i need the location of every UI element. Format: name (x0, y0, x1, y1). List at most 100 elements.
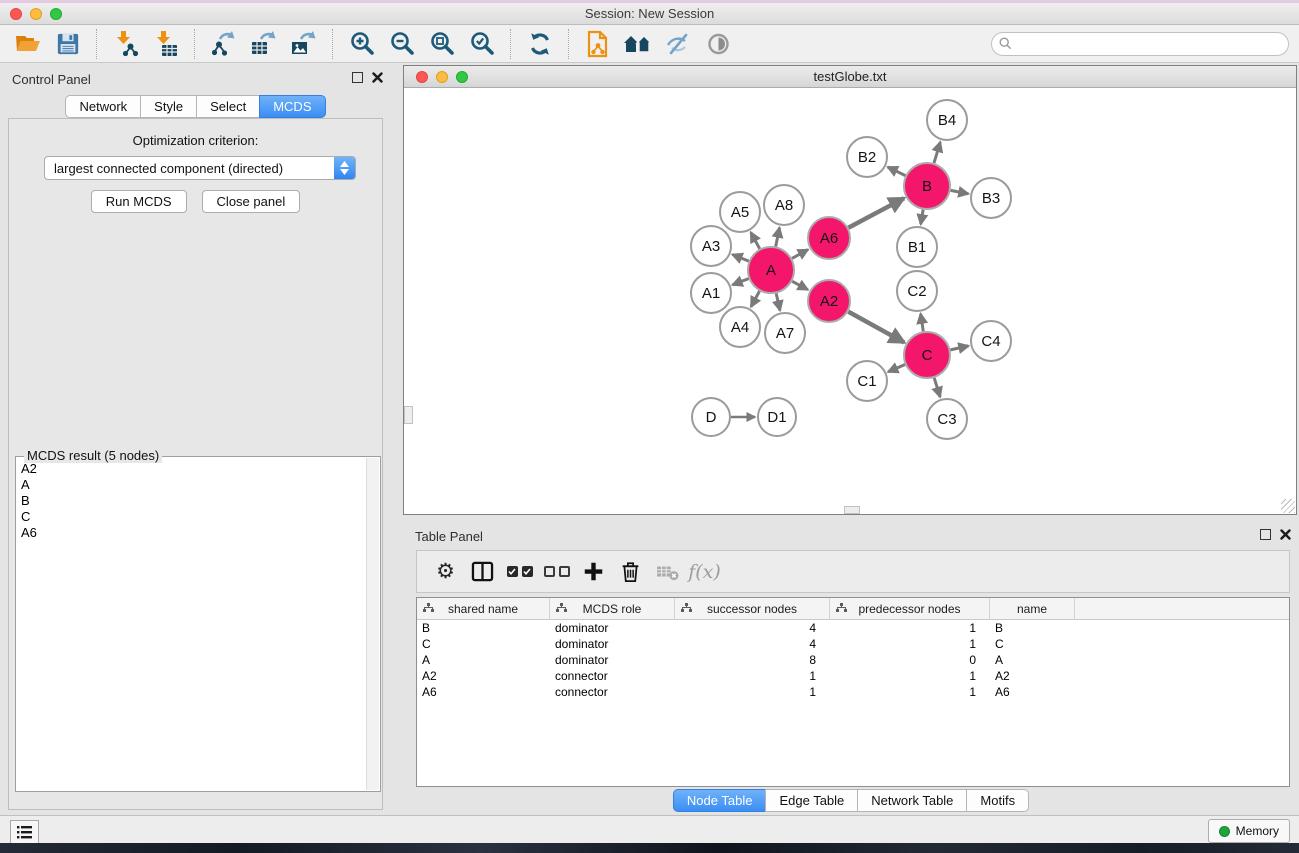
float-panel-icon[interactable] (352, 72, 363, 83)
node-A8[interactable]: A8 (764, 185, 804, 225)
open-session-button[interactable] (8, 28, 48, 60)
delete-table-button[interactable] (649, 555, 686, 589)
mcds-result-item[interactable]: A (17, 477, 366, 493)
optimization-criterion-select[interactable]: largest connected component (directed) (44, 156, 356, 180)
table-cell[interactable]: 4 (675, 621, 830, 635)
edge-C-C1[interactable] (888, 365, 905, 372)
node-B2[interactable]: B2 (847, 137, 887, 177)
memory-button[interactable]: Memory (1208, 819, 1290, 843)
table-cell[interactable]: A6 (417, 685, 550, 699)
delete-columns-button[interactable] (612, 555, 649, 589)
tab-node-table[interactable]: Node Table (673, 789, 767, 812)
save-session-button[interactable] (48, 28, 88, 60)
edge-B-B4[interactable] (934, 142, 940, 163)
table-cell[interactable]: C (417, 637, 550, 651)
canvas-bottom-handle[interactable] (844, 506, 860, 514)
network-from-selection-button[interactable] (578, 28, 618, 60)
edge-C-C4[interactable] (950, 346, 968, 350)
table-cell[interactable]: connector (550, 669, 675, 683)
resize-grip[interactable] (1281, 499, 1295, 513)
first-neighbors-button[interactable] (618, 28, 658, 60)
node-B4[interactable]: B4 (927, 100, 967, 140)
task-history-button[interactable] (10, 820, 39, 844)
import-network-button[interactable] (106, 28, 146, 60)
select-all-button[interactable] (501, 555, 538, 589)
canvas-left-handle[interactable] (404, 406, 413, 424)
show-columns-button[interactable] (464, 555, 501, 589)
zoom-out-button[interactable] (382, 28, 422, 60)
edge-A-A6[interactable] (792, 250, 808, 259)
table-cell[interactable]: C (990, 637, 1075, 651)
mcds-result-scrollbar[interactable] (366, 458, 379, 790)
node-D1[interactable]: D1 (758, 398, 796, 436)
column-header-successor-nodes[interactable]: successor nodes (675, 598, 830, 619)
close-panel-icon[interactable] (1280, 529, 1291, 540)
mcds-result-item[interactable]: B (17, 493, 366, 509)
tab-mcds[interactable]: MCDS (259, 95, 325, 118)
edge-A2-C[interactable] (848, 312, 904, 343)
network-canvas[interactable]: B4B2BB3A8A5A6A3B1AC2A1A2A4A7C4CC1DD1C3 (404, 88, 1296, 514)
node-A1[interactable]: A1 (691, 273, 731, 313)
tab-motifs[interactable]: Motifs (966, 789, 1029, 812)
column-header-predecessor-nodes[interactable]: predecessor nodes (830, 598, 990, 619)
node-B1[interactable]: B1 (897, 227, 937, 267)
mcds-result-item[interactable]: A6 (17, 525, 366, 541)
table-cell[interactable]: dominator (550, 653, 675, 667)
export-table-button[interactable] (244, 28, 284, 60)
edge-A6-B[interactable] (848, 198, 904, 228)
edge-A-A1[interactable] (733, 279, 749, 285)
node-A2[interactable]: A2 (808, 280, 850, 322)
table-cell[interactable]: 8 (675, 653, 830, 667)
mcds-result-item[interactable]: A2 (17, 461, 366, 477)
node-B[interactable]: B (904, 163, 950, 209)
node-C2[interactable]: C2 (897, 271, 937, 311)
node-A7[interactable]: A7 (765, 313, 805, 353)
table-cell[interactable]: connector (550, 685, 675, 699)
deselect-all-button[interactable] (538, 555, 575, 589)
node-C[interactable]: C (904, 332, 950, 378)
hide-selected-button[interactable] (658, 28, 698, 60)
node-A[interactable]: A (748, 247, 794, 293)
column-header-name[interactable]: name (990, 598, 1075, 619)
table-cell[interactable]: A (990, 653, 1075, 667)
node-A6[interactable]: A6 (808, 217, 850, 259)
table-cell[interactable]: dominator (550, 637, 675, 651)
edge-A-A8[interactable] (776, 228, 780, 247)
table-cell[interactable]: 0 (830, 653, 990, 667)
table-cell[interactable]: dominator (550, 621, 675, 635)
table-cell[interactable]: A (417, 653, 550, 667)
table-cell[interactable]: B (417, 621, 550, 635)
table-cell[interactable]: 1 (830, 637, 990, 651)
node-C4[interactable]: C4 (971, 321, 1011, 361)
zoom-in-button[interactable] (342, 28, 382, 60)
run-mcds-button[interactable]: Run MCDS (91, 190, 187, 213)
table-cell[interactable]: 1 (830, 621, 990, 635)
node-B3[interactable]: B3 (971, 178, 1011, 218)
zoom-selected-button[interactable] (462, 28, 502, 60)
column-header-MCDS-role[interactable]: MCDS role (550, 598, 675, 619)
edge-C-C2[interactable] (921, 314, 924, 332)
float-panel-icon[interactable] (1260, 529, 1271, 540)
tab-select[interactable]: Select (196, 95, 260, 118)
function-builder-button[interactable]: f(x) (686, 555, 723, 589)
tab-style[interactable]: Style (140, 95, 197, 118)
import-table-button[interactable] (146, 28, 186, 60)
table-cell[interactable]: 1 (675, 685, 830, 699)
node-A5[interactable]: A5 (720, 192, 760, 232)
apply-preferred-layout-button[interactable] (520, 28, 560, 60)
table-cell[interactable]: A2 (417, 669, 550, 683)
table-cell[interactable]: 1 (675, 669, 830, 683)
tab-network[interactable]: Network (65, 95, 141, 118)
edge-C-C3[interactable] (934, 378, 940, 397)
edge-A-A5[interactable] (751, 232, 760, 249)
export-network-button[interactable] (204, 28, 244, 60)
column-header-shared-name[interactable]: shared name (417, 598, 550, 619)
edge-A-A3[interactable] (732, 255, 748, 262)
table-cell[interactable]: 1 (830, 669, 990, 683)
mcds-result-item[interactable]: C (17, 509, 366, 525)
table-cell[interactable]: A2 (990, 669, 1075, 683)
table-cell[interactable]: 1 (830, 685, 990, 699)
node-C3[interactable]: C3 (927, 399, 967, 439)
edge-B-B3[interactable] (951, 190, 969, 193)
close-panel-button[interactable]: Close panel (202, 190, 301, 213)
